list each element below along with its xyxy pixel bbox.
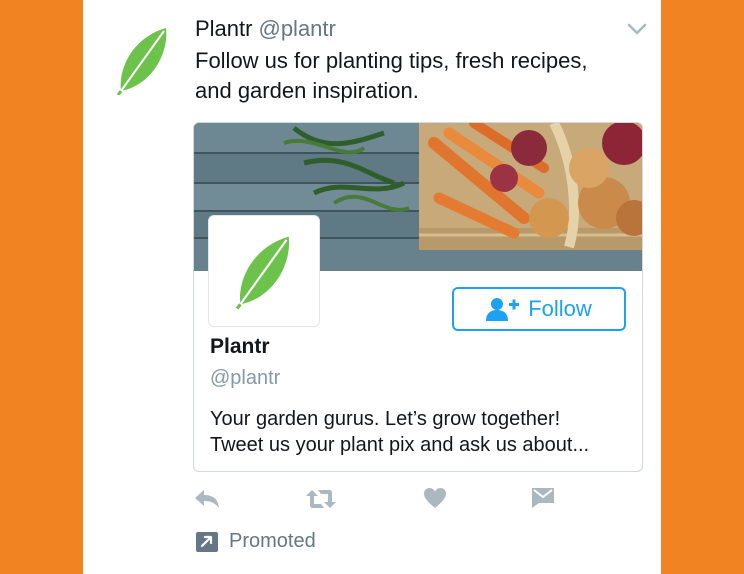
add-user-icon — [486, 298, 520, 321]
card-handle[interactable]: @plantr — [210, 367, 280, 390]
tweet-header: Plantr @plantr — [195, 16, 336, 42]
like-icon[interactable] — [423, 487, 447, 509]
card-bio-line: Your garden gurus. Let’s grow together! — [210, 408, 561, 430]
chevron-down-icon[interactable] — [627, 22, 647, 36]
promoted-arrow-icon — [196, 531, 218, 552]
account-name[interactable]: Plantr — [195, 16, 252, 41]
promoted-label: Promoted — [229, 530, 316, 552]
card-bio-line: Tweet us your plant pix and ask us about… — [210, 434, 590, 456]
promoted-indicator[interactable]: Promoted — [195, 530, 316, 553]
follow-label: Follow — [528, 296, 592, 321]
tweet-card: Plantr @plantr Follow us for planting tip… — [83, 0, 661, 574]
card-avatar[interactable] — [208, 215, 320, 327]
reply-icon[interactable] — [193, 487, 221, 511]
follow-button[interactable]: Follow — [452, 287, 626, 331]
card-bio: Your garden gurus. Let’s grow together! … — [210, 406, 630, 458]
retweet-icon[interactable] — [305, 487, 337, 511]
card-name[interactable]: Plantr — [210, 335, 270, 359]
account-handle[interactable]: @plantr — [258, 16, 335, 41]
direct-message-icon[interactable] — [531, 487, 555, 509]
leaf-icon — [235, 236, 290, 310]
profile-card[interactable]: Follow Plantr @plantr Your garden gurus.… — [193, 122, 643, 472]
tweet-text: Follow us for planting tips, fresh recip… — [195, 46, 635, 106]
tweet-text-line: and garden inspiration. — [195, 78, 419, 103]
tweet-text-line: Follow us for planting tips, fresh recip… — [195, 48, 588, 73]
leaf-icon[interactable] — [116, 25, 170, 95]
